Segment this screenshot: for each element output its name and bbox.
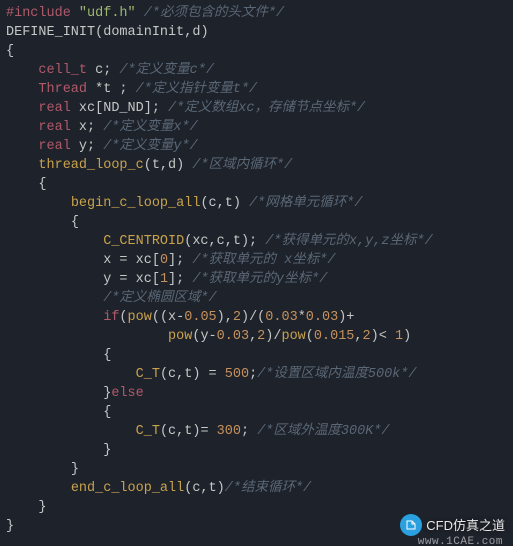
- code-line: }: [6, 500, 47, 515]
- number: 0.03: [265, 310, 297, 325]
- brace-open: {: [103, 348, 111, 363]
- macro-name: DEFINE_INIT: [6, 25, 95, 40]
- code-line: real x; /*定义变量x*/: [6, 120, 198, 135]
- code-line: thread_loop_c(t,d) /*区域内循环*/: [6, 158, 292, 173]
- number: 0.015: [314, 329, 355, 344]
- code-line: #include "udf.h" /*必须包含的头文件*/: [6, 6, 284, 21]
- code-line: C_T(c,t) = 500;/*设置区域内温度500k*/: [6, 367, 416, 382]
- comment: /*定义数组xc，存储节点坐标*/: [168, 101, 365, 116]
- args: (t,d): [144, 158, 185, 173]
- code-line: }: [6, 519, 14, 534]
- comment: /*定义变量y*/: [103, 139, 198, 154]
- code-line: {: [6, 215, 79, 230]
- code-line: real y; /*定义变量y*/: [6, 139, 198, 154]
- args: (c,t): [200, 196, 241, 211]
- number: 0.05: [184, 310, 216, 325]
- brace-close: }: [103, 443, 111, 458]
- code-line: Thread *t ; /*定义指针变量t*/: [6, 82, 257, 97]
- var-decl: y;: [71, 139, 95, 154]
- type-keyword: real: [38, 139, 70, 154]
- comment: /*定义指针变量t*/: [136, 82, 258, 97]
- code-line: }else: [6, 386, 144, 401]
- number: 1: [395, 329, 403, 344]
- keyword-if: if: [103, 310, 119, 325]
- code-line: cell_t c; /*定义变量c*/: [6, 63, 214, 78]
- brace-close: }: [6, 519, 14, 534]
- number: 2: [233, 310, 241, 325]
- code-line: C_CENTROID(xc,c,t); /*获得单元的x,y,z坐标*/: [6, 234, 433, 249]
- code-line: {: [6, 177, 47, 192]
- var-decl: xc[ND_ND];: [71, 101, 160, 116]
- type-keyword: cell_t: [38, 63, 87, 78]
- type-keyword: Thread: [38, 82, 87, 97]
- code-editor: #include "udf.h" /*必须包含的头文件*/ DEFINE_INI…: [0, 0, 513, 540]
- comment: /*获取单元的y坐标*/: [192, 272, 327, 287]
- type-keyword: real: [38, 120, 70, 135]
- comment: /*网格单元循环*/: [249, 196, 362, 211]
- number: 1: [160, 272, 168, 287]
- comment: /*定义变量c*/: [119, 63, 214, 78]
- code-line: /*定义椭圆区域*/: [6, 291, 217, 306]
- keyword-else: else: [111, 386, 143, 401]
- code-line: }: [6, 443, 111, 458]
- code-line: {: [6, 348, 111, 363]
- code-line: end_c_loop_all(c,t)/*结束循环*/: [6, 481, 311, 496]
- comment: /*获得单元的x,y,z坐标*/: [265, 234, 432, 249]
- func-call: end_c_loop_all: [71, 481, 184, 496]
- type-keyword: real: [38, 101, 70, 116]
- func-call: C_T: [136, 367, 160, 382]
- brace-open: {: [6, 44, 14, 59]
- comment: /*区域内循环*/: [192, 158, 292, 173]
- code-line: }: [6, 462, 79, 477]
- code-line: if(pow((x-0.05),2)/(0.03*0.03)+: [6, 310, 354, 325]
- comment: /*必须包含的头文件*/: [144, 6, 284, 21]
- brace-close: }: [71, 462, 79, 477]
- comment: /*区域外温度300K*/: [257, 424, 389, 439]
- comment: /*结束循环*/: [225, 481, 311, 496]
- preproc-include: #include: [6, 6, 71, 21]
- brace-open: {: [103, 405, 111, 420]
- number: 300: [217, 424, 241, 439]
- brace-close: }: [38, 500, 46, 515]
- number: 0: [160, 253, 168, 268]
- var-decl: *t ;: [87, 82, 128, 97]
- comment: /*定义椭圆区域*/: [103, 291, 216, 306]
- func-call: pow: [168, 329, 192, 344]
- number: 0.03: [306, 310, 338, 325]
- comment: /*获取单元的 x坐标*/: [192, 253, 335, 268]
- code-line: DEFINE_INIT(domainInit,d): [6, 25, 209, 40]
- macro-args: (domainInit,d): [95, 25, 208, 40]
- code-line: pow(y-0.03,2)/pow(0.015,2)< 1): [6, 329, 411, 344]
- func-call: pow: [281, 329, 305, 344]
- func-call: C_T: [136, 424, 160, 439]
- assign: x = xc[: [103, 253, 160, 268]
- number: 2: [363, 329, 371, 344]
- var-decl: x;: [71, 120, 95, 135]
- code-line: real xc[ND_ND]; /*定义数组xc，存储节点坐标*/: [6, 101, 365, 116]
- func-call: C_CENTROID: [103, 234, 184, 249]
- string-literal: "udf.h": [79, 6, 136, 21]
- assign: y = xc[: [103, 272, 160, 287]
- code-line: C_T(c,t)= 300; /*区域外温度300K*/: [6, 424, 390, 439]
- comment: /*设置区域内温度500k*/: [257, 367, 416, 382]
- code-line: x = xc[0]; /*获取单元的 x坐标*/: [6, 253, 335, 268]
- number: 0.03: [217, 329, 249, 344]
- var-decl: c;: [87, 63, 111, 78]
- func-call: thread_loop_c: [38, 158, 143, 173]
- code-line: begin_c_loop_all(c,t) /*网格单元循环*/: [6, 196, 362, 211]
- comment: /*定义变量x*/: [103, 120, 198, 135]
- brace-open: {: [71, 215, 79, 230]
- func-call: pow: [128, 310, 152, 325]
- code-line: y = xc[1]; /*获取单元的y坐标*/: [6, 272, 327, 287]
- func-call: begin_c_loop_all: [71, 196, 201, 211]
- args: (xc,c,t);: [184, 234, 257, 249]
- watermark-label: CFD仿真之道: [426, 516, 505, 535]
- code-line: {: [6, 44, 14, 59]
- watermark-site: www.1CAE.com: [418, 533, 503, 546]
- number: 500: [225, 367, 249, 382]
- brace-open: {: [38, 177, 46, 192]
- code-line: {: [6, 405, 111, 420]
